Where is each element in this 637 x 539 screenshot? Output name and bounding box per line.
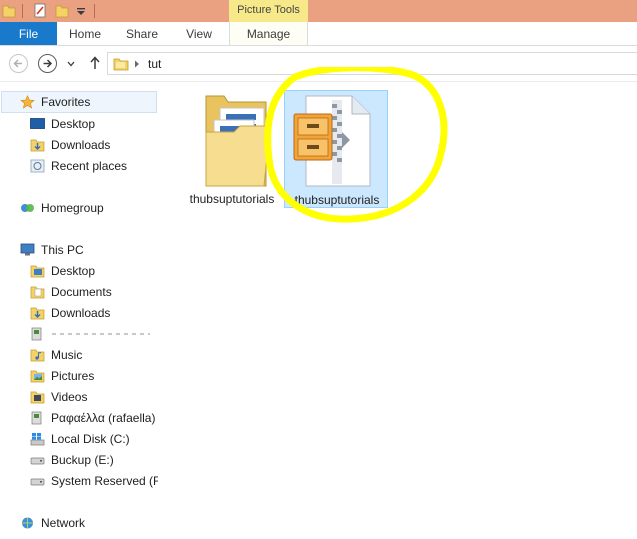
star-icon [20,95,35,109]
nav-this-pc[interactable]: This PC [20,240,158,260]
nav-label: Ραφαέλλα (rafaella) [51,411,156,425]
tab-home[interactable]: Home [62,22,108,45]
tab-view[interactable]: View [178,22,220,45]
music-folder-icon [30,349,45,362]
network-drive-icon [31,327,42,341]
nav-this-pc-music[interactable]: Music [30,345,158,365]
properties-icon[interactable] [33,3,47,18]
downloads-folder-icon [30,307,45,320]
nav-favorites[interactable]: Favorites [1,91,157,113]
nav-favorites-recent-places[interactable]: Recent places [30,156,158,176]
redaction-mark [52,333,150,335]
file-list: thubsuptutorials thubsuptutorials [159,67,637,539]
nav-label: Pictures [51,369,95,383]
videos-folder-icon [30,391,45,404]
nav-this-pc-videos[interactable]: Videos [30,387,158,407]
contextual-tab-group-label: Picture Tools [229,0,308,22]
nav-label: System Reserved (F:) [51,474,158,488]
nav-this-pc-pictures[interactable]: Pictures [30,366,158,386]
nav-label: This PC [41,243,84,257]
folder-icon [2,5,16,18]
breadcrumb-current-folder[interactable]: tut [148,57,161,71]
nav-favorites-desktop[interactable]: Desktop [30,114,158,134]
toolbar-divider [22,4,23,18]
nav-homegroup[interactable]: Homegroup [20,198,158,218]
nav-label: Videos [51,390,88,404]
drive-icon [30,457,45,465]
new-folder-icon[interactable] [55,3,69,18]
folder-icon [113,58,129,71]
nav-label: Downloads [51,306,111,320]
nav-this-pc-system-reserved-f[interactable]: System Reserved (F:) [30,471,158,491]
nav-this-pc-redacted-drive[interactable] [30,324,158,344]
back-arrow-icon [13,59,22,68]
nav-label: Desktop [51,117,96,131]
homegroup-icon [21,204,34,212]
nav-favorites-downloads[interactable]: Downloads [30,135,158,155]
nav-label: Network [41,516,86,530]
windows-drive-icon [30,433,45,446]
nav-this-pc-downloads[interactable]: Downloads [30,303,158,323]
folder-icon [205,95,271,187]
desktop-folder-icon [30,265,45,278]
nav-network[interactable]: Network [20,513,158,533]
customize-toolbar-icon[interactable] [74,3,88,18]
nav-this-pc-local-disk-c[interactable]: Local Disk (C:) [30,429,158,449]
navigation-pane: Favorites Desktop Downloads Recent place… [0,83,158,539]
tab-file[interactable]: File [0,22,57,45]
nav-label: Homegroup [41,201,104,215]
recent-locations-chevron-down-icon[interactable] [66,60,76,68]
network-icon [22,517,33,529]
nav-this-pc-user-drive[interactable]: Ραφαέλλα (rafaella) [30,408,158,428]
tab-manage[interactable]: Manage [229,22,308,45]
nav-label: Local Disk (C:) [51,432,130,446]
tab-share[interactable]: Share [120,22,164,45]
title-bar: Picture Tools [0,0,637,22]
forward-button[interactable] [38,54,57,73]
nav-label: Music [51,348,83,362]
nav-this-pc-desktop[interactable]: Desktop [30,261,158,281]
ribbon-tabs: File Home Share View Manage [0,22,637,46]
yellow-highlight-circle [264,67,448,223]
desktop-icon [30,118,45,129]
downloads-folder-icon [30,139,45,152]
drive-icon [30,478,45,486]
nav-this-pc-buckup-e[interactable]: Buckup (E:) [30,450,158,470]
nav-label: Buckup (E:) [51,453,114,467]
toolbar-divider [94,4,95,18]
nav-this-pc-documents[interactable]: Documents [30,282,158,302]
nav-label: Downloads [51,138,111,152]
back-button[interactable] [9,54,28,73]
documents-folder-icon [30,286,45,299]
breadcrumb-chevron-right-icon[interactable] [134,60,140,68]
nav-label: Favorites [41,95,91,109]
nav-label: Recent places [51,159,128,173]
forward-arrow-icon [43,59,53,68]
nav-label: Documents [51,285,112,299]
computer-icon [20,243,35,256]
network-drive-icon [31,411,42,425]
pictures-folder-icon [30,370,45,383]
nav-label: Desktop [51,264,96,278]
recent-places-icon [30,159,45,173]
up-arrow-icon[interactable] [88,55,102,71]
